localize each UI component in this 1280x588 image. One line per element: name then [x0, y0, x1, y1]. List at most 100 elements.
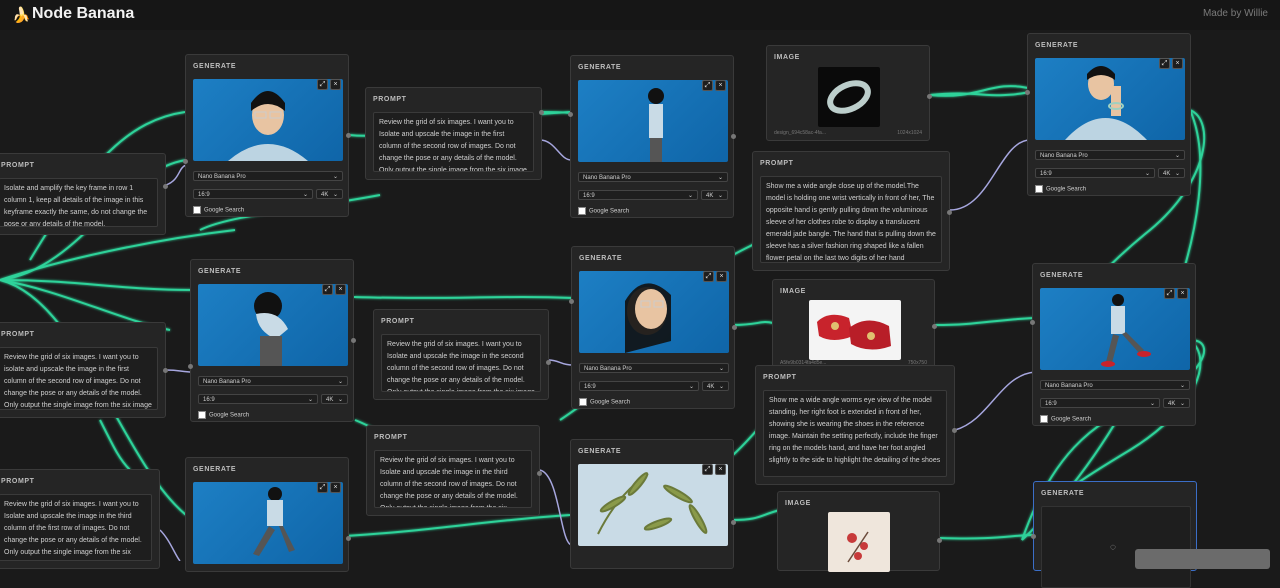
model-select[interactable]: Nano Banana Pro ⌄: [579, 363, 729, 373]
model-select[interactable]: Nano Banana Pro ⌄: [193, 171, 343, 181]
output-handle[interactable]: [546, 360, 551, 365]
model-select[interactable]: Nano Banana Pro ⌄: [1040, 380, 1190, 390]
output-handle[interactable]: [346, 133, 351, 138]
close-icon[interactable]: ×: [715, 464, 726, 475]
input-handle[interactable]: [188, 364, 193, 369]
prompt-node-2[interactable]: PROMPT Review the grid of six images. I …: [0, 322, 168, 418]
prompt-node-3[interactable]: PROMPT Review the grid of six images. I …: [365, 87, 544, 180]
aspect-select[interactable]: 16:9 ⌄: [579, 381, 699, 391]
expand-icon[interactable]: ⤢: [702, 80, 713, 91]
close-icon[interactable]: ×: [1172, 58, 1183, 69]
prompt-node-5[interactable]: PROMPT Review the grid of six images. I …: [366, 425, 542, 516]
made-by-credit[interactable]: Made by Willie: [1203, 8, 1268, 19]
edge: [345, 514, 571, 537]
node-title: GENERATE: [579, 255, 623, 262]
input-handle[interactable]: [1031, 534, 1036, 539]
generate-node-6[interactable]: GENERATE ⤢ ×: [570, 439, 736, 569]
node-title: GENERATE: [1035, 42, 1079, 49]
google-search-checkbox[interactable]: Google Search: [1040, 415, 1091, 423]
close-icon[interactable]: ×: [716, 271, 727, 282]
output-handle[interactable]: [731, 134, 736, 139]
input-handle[interactable]: [569, 299, 574, 304]
chevron-down-icon: ⌄: [1179, 383, 1185, 389]
generate-node-7[interactable]: GENERATE ⤢ × Nano Banana Pro ⌄ 16:9 ⌄ 4K ⌄ …: [1025, 33, 1191, 196]
close-icon[interactable]: ×: [335, 284, 346, 295]
prompt-textarea[interactable]: Review the grid of six images. I want yo…: [0, 347, 158, 410]
input-handle[interactable]: [1030, 320, 1035, 325]
expand-icon[interactable]: ⤢: [702, 464, 713, 475]
output-handle[interactable]: [539, 110, 544, 115]
banana-icon: 🍌: [12, 7, 31, 24]
input-handle[interactable]: [568, 112, 573, 117]
output-handle[interactable]: [537, 471, 542, 476]
google-search-checkbox[interactable]: Google Search: [193, 206, 244, 214]
prompt-textarea[interactable]: Isolate and amplify the key frame in row…: [0, 178, 158, 227]
prompt-node-7[interactable]: PROMPT Show me a wide angle close up of …: [752, 151, 952, 271]
expand-icon[interactable]: ⤢: [1164, 288, 1175, 299]
google-search-checkbox[interactable]: Google Search: [579, 398, 630, 406]
close-icon[interactable]: ×: [330, 79, 341, 90]
generate-node-2[interactable]: GENERATE ⤢ × Nano Banana Pro ⌄ 16:9 ⌄ 4K ⌄ …: [188, 259, 356, 422]
edge: [539, 469, 573, 546]
input-handle[interactable]: [183, 159, 188, 164]
output-handle[interactable]: [163, 368, 168, 373]
prompt-textarea[interactable]: Review the grid of six images. I want yo…: [374, 450, 532, 508]
prompt-textarea[interactable]: Review the grid of six images. I want yo…: [0, 494, 152, 561]
output-handle[interactable]: [932, 324, 937, 329]
resolution-select[interactable]: 4K ⌄: [321, 394, 348, 404]
reference-image: [818, 67, 880, 127]
input-handle[interactable]: [1025, 90, 1030, 95]
prompt-textarea[interactable]: Review the grid of six images. I want yo…: [373, 112, 534, 172]
generate-node-1[interactable]: GENERATE ⤢ × Nano Banana Pro ⌄ 16:9 ⌄ 4K ⌄ …: [183, 54, 351, 217]
output-handle[interactable]: [937, 538, 942, 543]
google-search-checkbox[interactable]: Google Search: [198, 411, 249, 419]
image-node-2[interactable]: IMAGE A5fe9b0314fa4d5e... 750x750: [772, 279, 937, 371]
image-node-1[interactable]: IMAGE design_694c58ac-4fa... 1024x1024: [766, 45, 932, 141]
expand-icon[interactable]: ⤢: [322, 284, 333, 295]
generate-node-8[interactable]: GENERATE ⤢ × Nano Banana Pro ⌄ 16:9 ⌄ 4K ⌄ …: [1030, 263, 1196, 426]
expand-icon[interactable]: ⤢: [703, 271, 714, 282]
expand-icon[interactable]: ⤢: [317, 79, 328, 90]
expand-icon[interactable]: ⤢: [1159, 58, 1170, 69]
aspect-select[interactable]: 16:9 ⌄: [1035, 168, 1155, 178]
expand-icon[interactable]: ⤢: [317, 482, 328, 493]
output-handle[interactable]: [731, 520, 736, 525]
prompt-textarea[interactable]: Review the grid of six images. I want yo…: [381, 334, 541, 392]
generate-node-5[interactable]: GENERATE ⤢ × Nano Banana Pro ⌄ 16:9 ⌄ 4K ⌄ …: [569, 246, 737, 409]
output-handle[interactable]: [952, 428, 957, 433]
resolution-select[interactable]: 4K ⌄: [1163, 398, 1190, 408]
google-search-checkbox[interactable]: Google Search: [1035, 185, 1086, 193]
output-handle[interactable]: [163, 184, 168, 189]
generate-node-4[interactable]: GENERATE ⤢ × Nano Banana Pro ⌄ 16:9 ⌄ 4K ⌄ …: [568, 55, 736, 218]
close-icon[interactable]: ×: [330, 482, 341, 493]
prompt-textarea[interactable]: Show me a wide angle close up of the mod…: [760, 176, 942, 263]
aspect-select[interactable]: 16:9 ⌄: [198, 394, 318, 404]
output-handle[interactable]: [947, 210, 952, 215]
output-handle[interactable]: [346, 536, 351, 541]
output-handle[interactable]: [927, 94, 932, 99]
prompt-node-6[interactable]: PROMPT Review the grid of six images. I …: [0, 469, 160, 569]
resolution-select[interactable]: 4K ⌄: [1158, 168, 1185, 178]
resolution-select[interactable]: 4K ⌄: [701, 190, 728, 200]
prompt-node-8[interactable]: PROMPT Show me a wide angle worms eye vi…: [755, 365, 957, 485]
model-select[interactable]: Nano Banana Pro ⌄: [578, 172, 728, 182]
model-select[interactable]: Nano Banana Pro ⌄: [1035, 150, 1185, 160]
prompt-textarea[interactable]: Show me a wide angle worms eye view of t…: [763, 390, 947, 477]
aspect-select[interactable]: 16:9 ⌄: [1040, 398, 1160, 408]
google-search-checkbox[interactable]: Google Search: [578, 207, 629, 215]
prompt-node-4[interactable]: PROMPT Review the grid of six images. I …: [373, 309, 551, 400]
image-node-3[interactable]: IMAGE: [777, 491, 942, 572]
chevron-down-icon: ⌄: [688, 384, 694, 390]
model-select[interactable]: Nano Banana Pro ⌄: [198, 376, 348, 386]
aspect-select[interactable]: 16:9 ⌄: [578, 190, 698, 200]
output-handle[interactable]: [351, 338, 356, 343]
resolution-select[interactable]: 4K ⌄: [316, 189, 343, 199]
close-icon[interactable]: ×: [715, 80, 726, 91]
output-handle[interactable]: [732, 325, 737, 330]
close-icon[interactable]: ×: [1177, 288, 1188, 299]
generate-node-3[interactable]: GENERATE ⤢ ×: [185, 457, 351, 572]
chevron-down-icon: ⌄: [718, 366, 724, 372]
prompt-node-1[interactable]: PROMPT Isolate and amplify the key frame…: [0, 153, 168, 235]
aspect-select[interactable]: 16:9 ⌄: [193, 189, 313, 199]
resolution-select[interactable]: 4K ⌄: [702, 381, 729, 391]
